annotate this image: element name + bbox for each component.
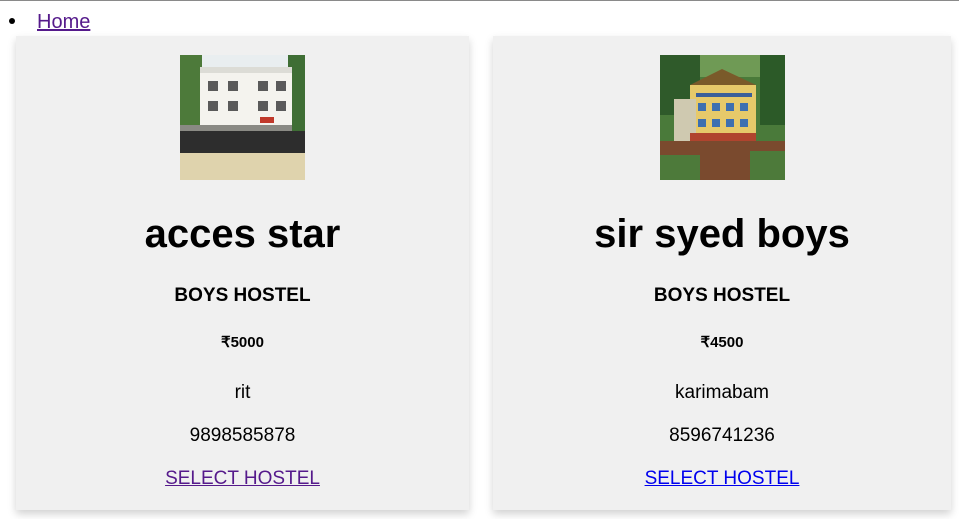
hostel-photo [660,55,785,180]
hostel-location: karimabam [675,382,769,403]
hostel-price: ₹4500 [700,334,744,351]
hostel-card: sir syed boys BOYS HOSTEL ₹4500 karimaba… [493,36,951,510]
hostel-photo [180,55,305,180]
select-hostel-row: SELECT HOSTEL [493,467,951,491]
select-hostel-link[interactable]: SELECT HOSTEL [645,468,800,489]
hostel-price: ₹5000 [221,334,264,351]
hostel-phone: 8596741236 [669,425,775,446]
home-link[interactable]: Home [37,10,90,34]
hostel-name: acces star [144,212,341,256]
hostel-card: acces star BOYS HOSTEL ₹5000 rit 9898585… [16,36,469,510]
hostel-type: BOYS HOSTEL [653,285,791,306]
hostel-type: BOYS HOSTEL [174,285,311,306]
select-hostel-row: SELECT HOSTEL [16,467,469,491]
hostel-phone: 9898585878 [189,425,296,446]
hostel-name: sir syed boys [594,212,850,256]
hostel-location: rit [234,382,251,403]
bullet-icon [9,18,15,24]
nav-item-home: Home [0,0,200,33]
select-hostel-link[interactable]: SELECT HOSTEL [165,468,320,489]
